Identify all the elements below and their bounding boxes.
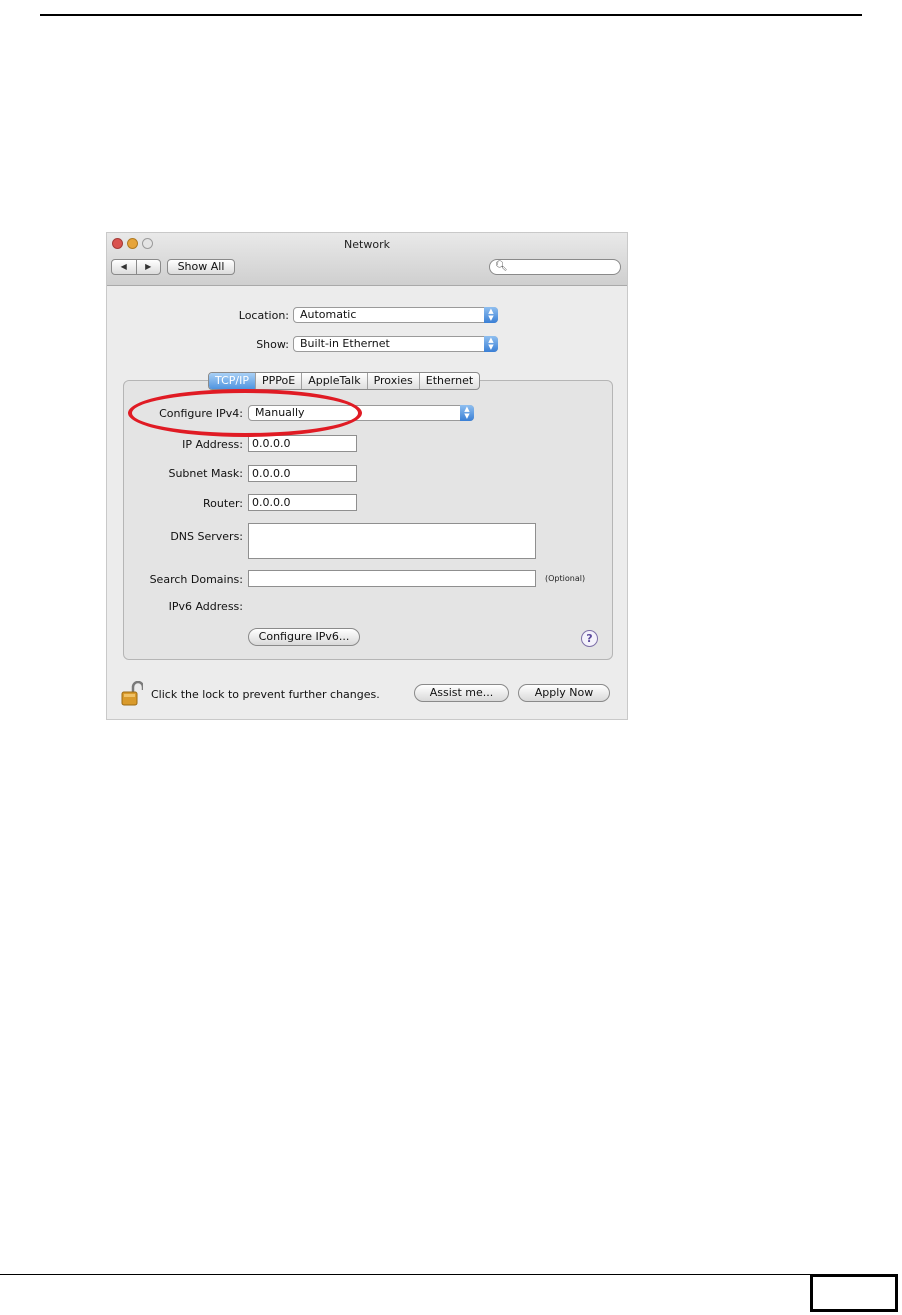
assist-me-button[interactable]: Assist me... <box>414 684 509 702</box>
tab-tcpip[interactable]: TCP/IP <box>209 373 256 389</box>
window-titlebar: Network ◀ ▶ Show All 🔍︎ <box>107 233 627 286</box>
router-label: Router: <box>203 497 243 510</box>
help-icon[interactable]: ? <box>581 630 598 647</box>
page-bottom-rule <box>0 1274 810 1275</box>
tab-pppoe[interactable]: PPPoE <box>256 373 303 389</box>
lock-icon[interactable] <box>121 681 143 707</box>
search-domains-label: Search Domains: <box>149 573 243 586</box>
ip-address-label: IP Address: <box>182 438 243 451</box>
popup-arrows-icon: ▲ ▼ <box>484 336 498 352</box>
location-value: Automatic <box>300 308 357 321</box>
location-popup[interactable]: Automatic ▲ ▼ <box>293 307 498 323</box>
show-popup[interactable]: Built-in Ethernet ▲ ▼ <box>293 336 498 352</box>
window-title: Network <box>344 238 390 251</box>
popup-arrows-icon: ▲ ▼ <box>460 405 474 421</box>
tab-appletalk[interactable]: AppleTalk <box>302 373 368 389</box>
show-all-button[interactable]: Show All <box>167 259 235 275</box>
ipv6-address-label: IPv6 Address: <box>168 600 243 613</box>
tab-proxies[interactable]: Proxies <box>368 373 420 389</box>
show-value: Built-in Ethernet <box>300 337 390 350</box>
popup-arrows-icon: ▲ ▼ <box>484 307 498 323</box>
lock-message: Click the lock to prevent further change… <box>151 688 380 701</box>
annotation-highlight-circle <box>128 389 362 437</box>
page-top-rule <box>40 14 862 16</box>
configure-ipv6-button[interactable]: Configure IPv6... <box>248 628 360 646</box>
subnet-mask-label: Subnet Mask: <box>168 467 243 480</box>
tab-bar: TCP/IP PPPoE AppleTalk Proxies Ethernet <box>208 372 481 390</box>
forward-arrow-icon[interactable]: ▶ <box>137 260 161 274</box>
page-number-box <box>810 1274 898 1312</box>
location-label: Location: <box>238 309 289 322</box>
tab-ethernet[interactable]: Ethernet <box>420 373 479 389</box>
search-field[interactable]: 🔍︎ <box>489 259 621 275</box>
subnet-mask-field[interactable]: 0.0.0.0 <box>248 465 357 482</box>
search-domains-field[interactable] <box>248 570 536 587</box>
back-forward-control: ◀ ▶ <box>111 259 161 275</box>
back-arrow-icon[interactable]: ◀ <box>112 260 137 274</box>
router-field[interactable]: 0.0.0.0 <box>248 494 357 511</box>
dns-servers-label: DNS Servers: <box>170 530 243 543</box>
optional-note: (Optional) <box>545 574 586 583</box>
ip-address-field[interactable]: 0.0.0.0 <box>248 435 357 452</box>
apply-now-button[interactable]: Apply Now <box>518 684 610 702</box>
show-label: Show: <box>256 338 289 351</box>
search-icon: 🔍︎ <box>495 261 508 272</box>
dns-servers-field[interactable] <box>248 523 536 559</box>
network-preferences-window: Network ◀ ▶ Show All 🔍︎ Location: Automa… <box>106 232 628 720</box>
